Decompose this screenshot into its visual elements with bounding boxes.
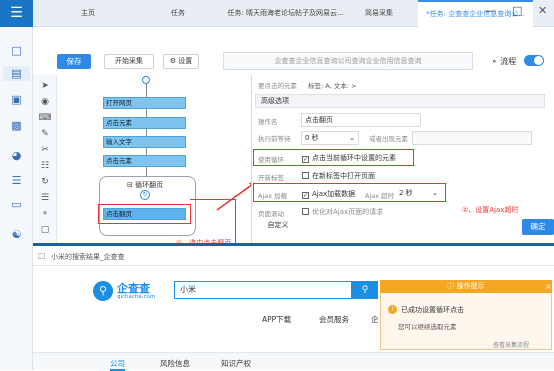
checkbox-empty-icon	[302, 172, 309, 179]
result-tab-ip[interactable]: 知识产权	[221, 358, 251, 369]
popup-close-icon[interactable]: ×	[545, 282, 552, 291]
flow-label: 流程	[500, 57, 517, 66]
connector	[146, 129, 147, 136]
connector	[146, 167, 147, 176]
clipboard-icon[interactable]: □	[9, 43, 24, 58]
app-logo: ☰	[0, 0, 33, 27]
highlight-box-step	[98, 204, 191, 224]
dotted-box-icon[interactable]: ▢	[38, 223, 52, 237]
save-button[interactable]: 保存	[57, 54, 91, 69]
flow-toggle[interactable]	[524, 55, 544, 66]
page-icon: □	[38, 251, 46, 260]
wait-input[interactable]: 0 秒 ⌄	[301, 131, 359, 145]
branch-icon[interactable]: ☷	[38, 159, 52, 173]
connector	[146, 109, 147, 117]
close-icon[interactable]: ✕	[538, 4, 547, 17]
wait-label: 执行前等待	[258, 135, 291, 143]
newtab-label: 开新标签	[258, 174, 284, 182]
or-element-label: 或者出现元素	[369, 135, 408, 143]
annotation-ajax-timeout: ②、设置Ajax超时	[462, 206, 519, 214]
text-input-icon[interactable]: ⌨	[38, 111, 52, 125]
highlight-box-loop	[253, 149, 414, 166]
newtab-checkbox[interactable]: 在新标签中打开页面	[302, 171, 375, 181]
info-icon: ⓘ	[447, 282, 455, 290]
advanced-options-header[interactable]: 高级选项	[255, 94, 545, 108]
cut-icon[interactable]: ✂	[38, 143, 52, 157]
gear-icon: ⚙	[169, 57, 177, 65]
result-tab-company[interactable]: 公司	[110, 358, 125, 371]
flow-step-click-element-2[interactable]: 点击元素	[103, 155, 186, 167]
browser-address-bar: □ 小米的搜索结果_企查查	[33, 246, 554, 266]
left-sidebar: ☰ □ ▤ ▣ ▩ ◕ ☰ ▭ ☯	[0, 0, 33, 370]
document-icon[interactable]: ▤	[3, 66, 30, 81]
view-flow-link[interactable]: 查看采集流程	[493, 340, 529, 349]
cursor-icon[interactable]: ➤	[38, 79, 52, 93]
flow-step-click-element[interactable]: 点击元素	[103, 117, 186, 129]
flow-start-node	[142, 76, 150, 84]
op-name-input[interactable]: 点击翻页	[301, 113, 421, 127]
popup-message-2: 您可以继续选取元素	[398, 323, 457, 331]
settings-button[interactable]: ⚙ 设置	[163, 54, 199, 69]
store-icon[interactable]: ▩	[9, 118, 24, 133]
edit-icon[interactable]: ✎	[38, 127, 52, 141]
start-collect-button[interactable]: 开始采集	[104, 54, 154, 69]
company-search-input[interactable]: 小米	[174, 281, 352, 299]
confirm-button[interactable]: 确定	[522, 219, 554, 235]
scroll-checkbox[interactable]: 优化对Ajax页面的请求	[302, 207, 383, 217]
result-tab-risk[interactable]: 风险信息	[160, 358, 190, 369]
custom-button[interactable]: 自定义	[258, 219, 298, 233]
pie-chart-icon[interactable]: ◕	[9, 148, 24, 163]
nav-app-download[interactable]: APP下载	[262, 314, 291, 325]
monitor-icon[interactable]: ▭	[9, 197, 24, 212]
share-icon: ⚬	[491, 57, 498, 66]
operation-tip-title: ⓘ 操作提示	[380, 280, 552, 293]
qichacha-logo-icon: ⚲	[93, 281, 113, 301]
popup-message-1: 已成功设置循环点击	[401, 306, 464, 314]
minimize-icon[interactable]: —	[485, 4, 496, 17]
current-element-value: 标签: A, 文本: >	[308, 82, 357, 90]
share-nodes-icon[interactable]: ⚬	[38, 207, 52, 221]
maximize-icon[interactable]: □	[512, 4, 522, 17]
connector	[146, 84, 147, 97]
loop-title: ⊟ 循环翻页	[127, 180, 163, 190]
op-name-label: 操作名	[258, 118, 278, 126]
tab-home[interactable]: 主页	[63, 0, 113, 27]
scroll-label: 页面滚动	[258, 210, 284, 218]
collapse-icon: ⊟	[127, 181, 133, 189]
flow-step-input-text[interactable]: 输入文字	[103, 136, 186, 148]
briefcase-icon[interactable]: ▣	[9, 92, 24, 107]
mouse-icon[interactable]: ◉	[38, 95, 52, 109]
popup-title-text: 操作提示	[456, 282, 485, 290]
list-icon[interactable]: ☰	[9, 173, 24, 188]
chevron-down-icon: ⌄	[349, 134, 355, 142]
page-url-field[interactable]: 企查查企业信息查询公司查询企业信用信息查询	[223, 52, 473, 70]
or-element-input[interactable]	[412, 131, 532, 145]
tab-task-forum[interactable]: 任务: 晴天雨海老论坛帖子及网易云...	[223, 0, 348, 27]
settings-label: 设置	[178, 57, 193, 65]
tab-tasks[interactable]: 任务	[153, 0, 203, 27]
flow-tools-column: ➤ ◉ ⌨ ✎ ✂ ☷ ↻ ☰ ⚬ ▢	[33, 75, 57, 243]
highlight-box-ajax	[253, 183, 446, 202]
user-icon[interactable]: ☯	[9, 227, 24, 242]
checkbox-empty-icon	[302, 208, 309, 215]
loop-refresh-icon: ↻	[140, 190, 150, 200]
tab-bar: 主页 任务 任务: 晴天雨海老论坛帖子及网易云... 简易采集 *任务: 企查查…	[33, 0, 554, 27]
wait-value: 0 秒	[305, 134, 319, 142]
flow-toggle-label: ⚬ 流程	[491, 56, 516, 67]
hierarchy-icon[interactable]: ☰	[38, 191, 52, 205]
newtab-text: 在新标签中打开页面	[312, 172, 375, 180]
qichacha-logo-sub: qichacha.com	[117, 294, 156, 300]
current-element-label: 要点击的元素	[258, 82, 297, 90]
connector	[146, 148, 147, 155]
warning-icon: !	[388, 305, 397, 314]
loop-label: 循环翻页	[135, 181, 164, 189]
nav-member-service[interactable]: 会员服务	[319, 314, 349, 325]
search-icon[interactable]: ⚲	[352, 281, 378, 299]
flow-step-open-page[interactable]: 打开网页	[103, 97, 186, 109]
scroll-text: 优化对Ajax页面的请求	[312, 208, 384, 216]
tab-simple-collect[interactable]: 简易采集	[349, 0, 409, 27]
loop-icon[interactable]: ↻	[38, 175, 52, 189]
browser-url[interactable]: 小米的搜索结果_企查查	[51, 252, 125, 262]
nav-more[interactable]: 企	[371, 314, 379, 325]
